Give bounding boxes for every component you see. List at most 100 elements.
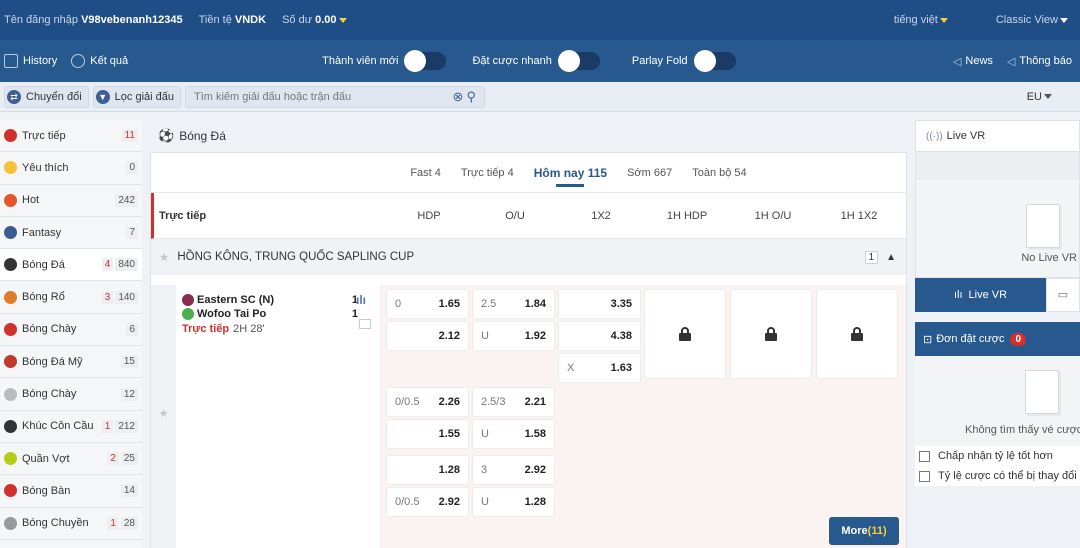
language-select[interactable]: tiếng việt (894, 14, 948, 26)
x12-odds-cell[interactable]: X 1.63 (558, 353, 641, 383)
soccer-ball-icon: ⚽ (158, 128, 175, 143)
ou-odds-cell[interactable]: U 1.92 (472, 321, 555, 351)
market-tab[interactable]: Fast 4 (410, 153, 441, 193)
sidebar-item-label: Hot (22, 194, 40, 207)
sport-icon (4, 226, 17, 240)
sidebar-item[interactable]: Fantasy 7 (0, 217, 142, 250)
odds-format-select[interactable]: EU (1027, 91, 1052, 103)
toggle-switch[interactable] (557, 50, 600, 72)
market-tab[interactable]: Sớm 667 (627, 153, 672, 193)
more-markets-button[interactable]: More (11) (829, 517, 899, 545)
quick-bet-toggle[interactable]: Đặt cược nhanh (472, 50, 600, 72)
sidebar-item[interactable]: Bóng Bàn 14 (0, 475, 142, 508)
chevron-up-icon[interactable]: ▲ (886, 252, 896, 263)
ou-odds-cell[interactable]: 2.5 1.84 (472, 289, 555, 319)
toggle-switch[interactable] (693, 50, 736, 72)
sidebar-item[interactable]: Khúc Côn Cầu 1 212 (0, 411, 142, 443)
ou-odds-cell[interactable]: U 1.58 (472, 419, 555, 449)
balance-info[interactable]: Số dư 0.00 (282, 14, 347, 26)
sport-icon (4, 322, 17, 336)
league-filter-button[interactable]: ▼ Lọc giải đấu (92, 85, 181, 108)
username-info: Tên đăng nhập V98vebenanh12345 (4, 14, 183, 26)
sidebar-item[interactable]: Quần Vợt 2 25 (0, 443, 142, 476)
live-count: 1 (101, 419, 114, 433)
search-icon[interactable]: ⚲ (466, 89, 476, 105)
sidebar-item[interactable]: Bóng Chày 6 (0, 314, 142, 347)
hdp-odds-cell[interactable]: 0 1.65 (386, 289, 469, 319)
no-live-vr-text: No Live VR (1021, 252, 1077, 264)
ou-odds-cell[interactable]: 3 2.92 (472, 455, 555, 485)
lock-icon (765, 327, 777, 341)
x12-odds-cell[interactable]: 3.35 (558, 289, 641, 319)
results-link[interactable]: Kết quả (71, 54, 128, 68)
search-input[interactable]: Tìm kiếm giải đấu hoặc trận đấu ⊗ ⚲ (184, 85, 485, 108)
hdp-odds-cell[interactable]: 0/0.5 2.26 (386, 387, 469, 417)
switch-label: Chuyển đổi (26, 90, 82, 103)
event-count: 242 (115, 193, 138, 207)
star-icon[interactable]: ★ (151, 285, 176, 548)
results-label: Kết quả (90, 55, 129, 67)
history-link[interactable]: History (4, 54, 57, 68)
sidebar-item[interactable]: Bóng Chuyền 1 28 (0, 508, 142, 540)
checkbox[interactable] (919, 470, 930, 482)
switch-button[interactable]: ⇄ Chuyển đổi (4, 85, 89, 108)
col-1x2: 1X2 (591, 209, 611, 222)
sidebar-item[interactable]: Trực tiếp 11 (0, 120, 142, 153)
sidebar-item-label: Bóng Rổ (22, 291, 65, 304)
live-label: Trực tiếp (182, 323, 230, 335)
locked-odds-cell (730, 289, 812, 379)
betslip-title: Đơn đặt cược (936, 333, 1005, 345)
ou-odds-cell[interactable]: U 1.28 (472, 487, 555, 517)
more-label: More (841, 525, 868, 537)
sidebar-item[interactable]: Hot 242 (0, 185, 142, 217)
toggle-switch[interactable] (404, 50, 447, 72)
hdp-odds-cell[interactable]: 1.55 (386, 419, 469, 449)
hdp-odds-cell[interactable]: 0/0.5 2.92 (386, 487, 469, 517)
currency: VNDK (234, 14, 267, 26)
odds-value: 1.28 (438, 464, 460, 476)
sidebar-item[interactable]: Bóng Chày 12 (0, 378, 142, 411)
odds-change-option[interactable]: Tỷ lệ cược có thể bị thay đổi (915, 466, 1080, 486)
ou-odds-cell[interactable]: 2.5/3 2.21 (472, 387, 555, 417)
tv-icon[interactable] (359, 319, 371, 329)
team-logo-icon (182, 294, 194, 306)
league-row[interactable]: ★ HỒNG KÔNG, TRUNG QUỐC SAPLING CUP 1 ▲ (151, 239, 906, 275)
hdp-odds-cell[interactable]: 2.12 (386, 321, 469, 351)
away-team-name: Wofoo Tai Po (197, 308, 267, 320)
market-tab[interactable]: Toàn bộ 54 (692, 153, 746, 193)
x12-odds-cell[interactable]: 4.38 (558, 321, 641, 351)
sidebar-item[interactable]: Bóng Đá 4 840 (0, 249, 142, 282)
clear-icon[interactable]: ⊗ (453, 89, 464, 105)
live-count: 2 (107, 452, 119, 466)
checkbox[interactable] (919, 450, 930, 462)
notice-link[interactable]: ◁ Thông báo (1007, 55, 1072, 68)
live-count: 1 (107, 516, 119, 530)
live-vr-tab[interactable]: ılı Live VR (915, 278, 1046, 312)
screen-tab-icon[interactable]: ▭ (1046, 278, 1080, 312)
accept-better-odds-option[interactable]: Chấp nhận tỷ lệ tốt hơn (915, 446, 1080, 466)
currency-label: Tiền tệ (198, 14, 232, 26)
market-tab[interactable]: Trực tiếp 4 (461, 153, 514, 193)
sidebar-item[interactable]: Yêu thích 0 (0, 152, 142, 185)
news-link[interactable]: ◁ News (953, 55, 993, 68)
hdp-odds-cell[interactable]: 1.28 (386, 455, 469, 485)
odds-value: 1.63 (610, 362, 632, 374)
new-member-toggle[interactable]: Thành viên mới (322, 50, 447, 72)
betslip-body: Không tìm thấy vé cược (915, 356, 1080, 446)
filter-icon: ▼ (95, 89, 110, 104)
odds-panel: Fast 4 Trực tiếp 4 Hôm nay 115 Sớm 667 Toàn … (150, 152, 907, 548)
stats-icon[interactable]: ılı (356, 293, 366, 307)
market-tab[interactable]: Hôm nay 115 (534, 153, 607, 193)
sidebar-item[interactable]: Bóng Rổ 3 140 (0, 281, 142, 314)
sidebar-item-label: Yêu thích (22, 161, 69, 174)
sidebar-item[interactable]: Bóng Đá Mỹ 15 (0, 346, 142, 379)
sport-header: ⚽ Bóng Đá (150, 120, 907, 152)
odds-handicap: 2.5 (481, 298, 497, 310)
betslip-header[interactable]: ⊡ Đơn đặt cược 0 (915, 322, 1080, 356)
search-placeholder: Tìm kiếm giải đấu hoặc trận đấu (193, 90, 352, 103)
event-count: 140 (115, 290, 138, 304)
view-select[interactable]: Classic View (996, 14, 1068, 26)
parlay-fold-toggle[interactable]: Parlay Fold (632, 50, 736, 72)
star-icon[interactable]: ★ (159, 250, 169, 264)
balance-label: Số dư (282, 14, 313, 26)
